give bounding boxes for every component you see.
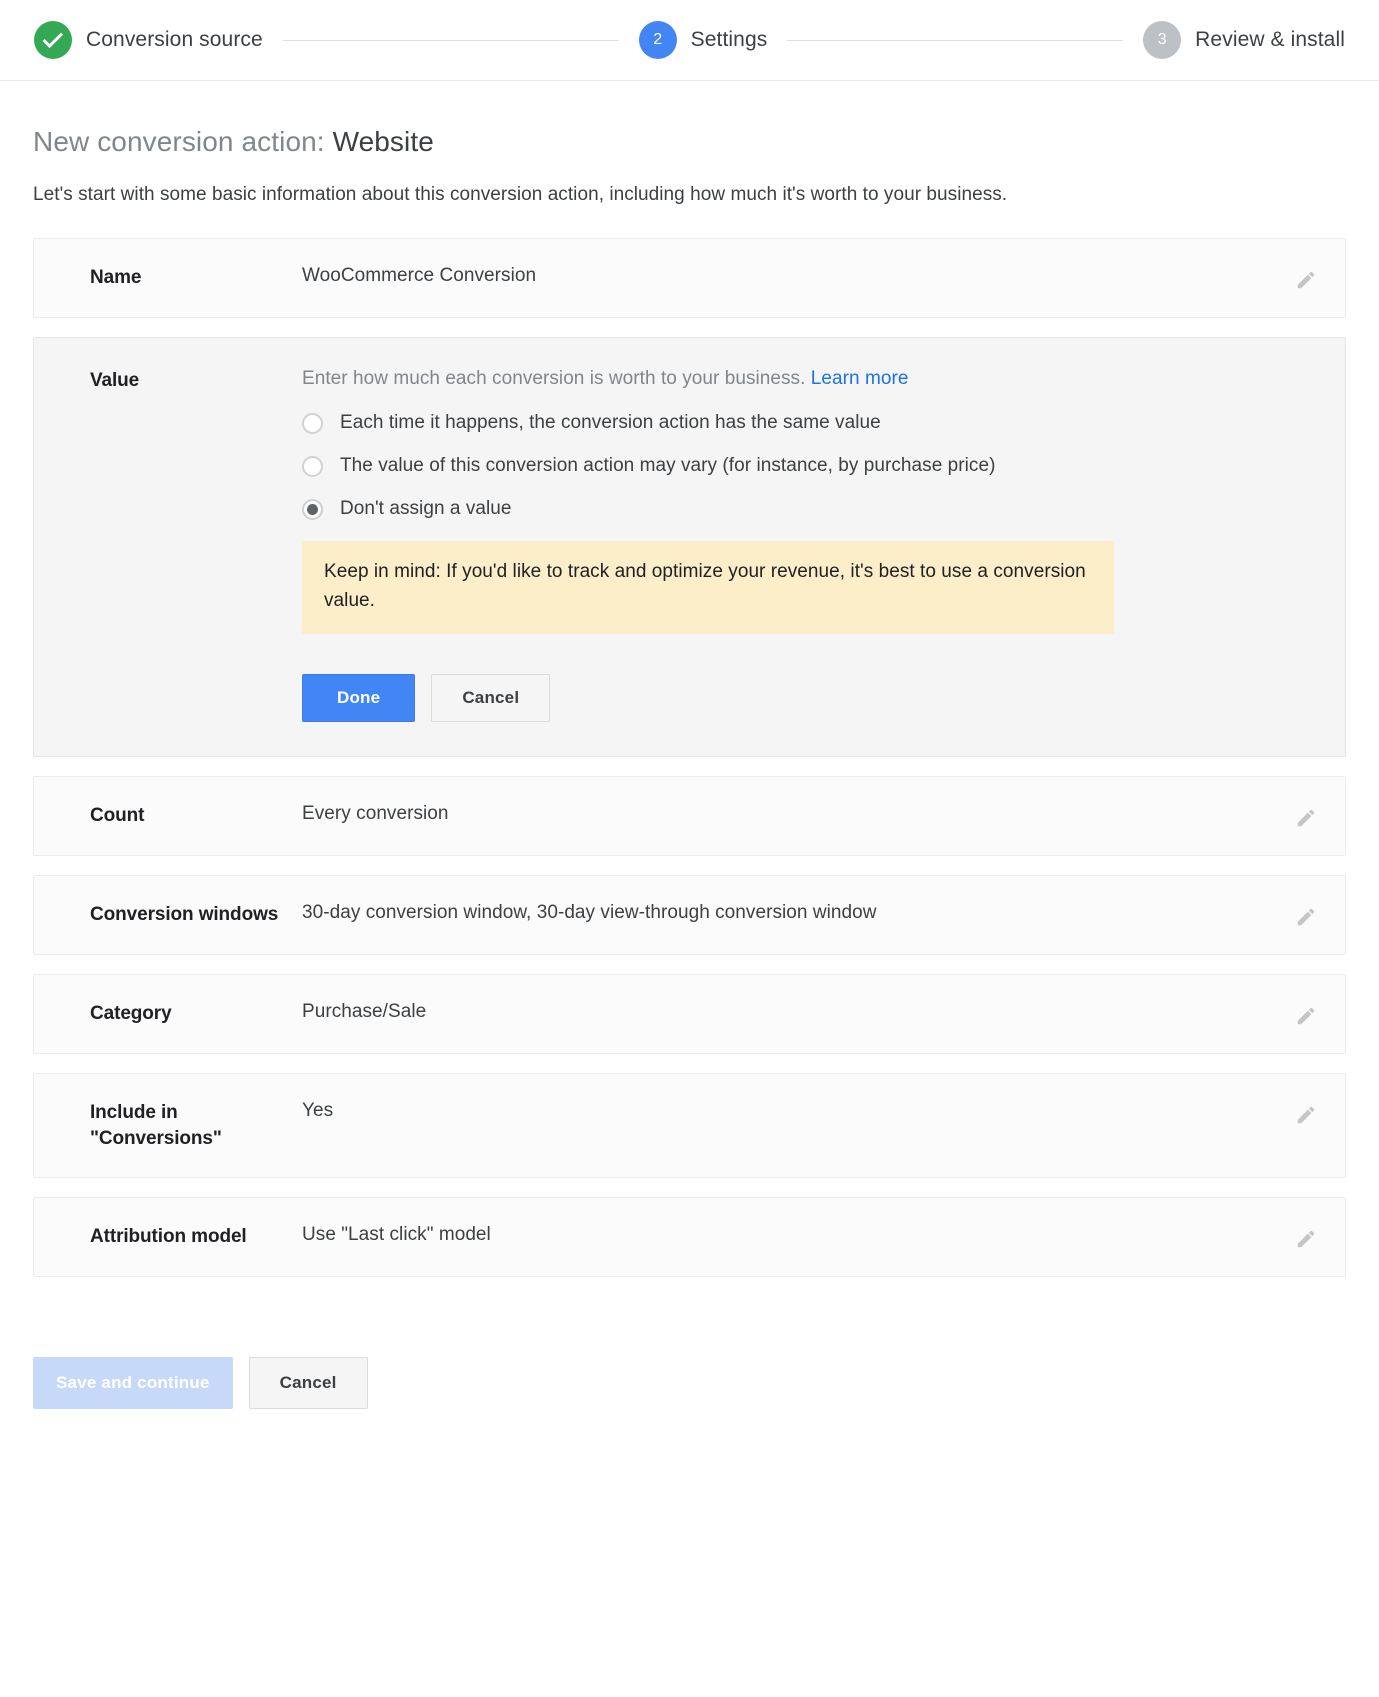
page-title-prefix: New conversion action: (33, 126, 333, 157)
row-count: Count Every conversion (33, 776, 1346, 856)
step-conversion-source[interactable]: Conversion source (34, 21, 263, 59)
step-1-label: Conversion source (86, 28, 263, 52)
check-icon (42, 28, 63, 49)
row-attribution-model: Attribution model Use "Last click" model (33, 1197, 1346, 1277)
value-option-varying-value[interactable]: The value of this conversion action may … (302, 455, 1285, 477)
value-option-no-value[interactable]: Don't assign a value (302, 498, 1285, 520)
learn-more-link[interactable]: Learn more (811, 368, 909, 389)
value-intro-text: Enter how much each conversion is worth … (302, 368, 805, 389)
row-conversion-windows: Conversion windows 30-day conversion win… (33, 875, 1346, 955)
pencil-icon (1295, 1228, 1317, 1250)
page-title: New conversion action: Website (33, 126, 1346, 158)
step-1-badge (34, 21, 72, 59)
row-conversion-windows-label: Conversion windows (34, 902, 302, 928)
stepper-divider-1 (283, 40, 619, 41)
row-category: Category Purchase/Sale (33, 974, 1346, 1054)
step-review-install[interactable]: 3 Review & install (1143, 21, 1345, 59)
step-3-label: Review & install (1195, 28, 1345, 52)
edit-count-button[interactable] (1289, 801, 1323, 835)
value-action-row: Done Cancel (302, 674, 1285, 722)
row-attribution-model-label: Attribution model (34, 1224, 302, 1250)
value-cancel-button[interactable]: Cancel (431, 674, 550, 722)
footer-cancel-button[interactable]: Cancel (249, 1357, 368, 1409)
row-include-in-conversions-label: Include in "Conversions" (34, 1100, 302, 1151)
page-subtitle: Let's start with some basic information … (33, 184, 1346, 206)
row-value-expanded: Value Enter how much each conversion is … (33, 337, 1346, 757)
value-intro: Enter how much each conversion is worth … (302, 368, 1285, 390)
pencil-icon (1295, 807, 1317, 829)
pencil-icon (1295, 1104, 1317, 1126)
page-title-subject: Website (333, 126, 434, 157)
settings-card-list: Name WooCommerce Conversion Value Enter … (33, 238, 1346, 1277)
row-value-label: Value (34, 368, 302, 394)
pencil-icon (1295, 1005, 1317, 1027)
radio-icon[interactable] (302, 413, 323, 434)
stepper-divider-2 (787, 40, 1123, 41)
row-category-label: Category (34, 1001, 302, 1027)
edit-name-button[interactable] (1289, 263, 1323, 297)
row-category-value: Purchase/Sale (302, 1001, 1345, 1023)
row-attribution-model-value: Use "Last click" model (302, 1224, 1345, 1246)
edit-include-in-conversions-button[interactable] (1289, 1098, 1323, 1132)
pencil-icon (1295, 906, 1317, 928)
footer-action-row: Save and continue Cancel (33, 1357, 1346, 1449)
step-settings[interactable]: 2 Settings (639, 21, 768, 59)
radio-selected-icon[interactable] (302, 499, 323, 520)
value-option-0-label: Each time it happens, the conversion act… (340, 412, 881, 434)
radio-icon[interactable] (302, 456, 323, 477)
step-3-badge: 3 (1143, 21, 1181, 59)
row-include-label-line2: "Conversions" (90, 1128, 222, 1149)
value-option-2-label: Don't assign a value (340, 498, 512, 520)
edit-category-button[interactable] (1289, 999, 1323, 1033)
row-include-in-conversions: Include in "Conversions" Yes (33, 1073, 1346, 1178)
row-include-label-line1: Include in (90, 1102, 178, 1123)
edit-conversion-windows-button[interactable] (1289, 900, 1323, 934)
row-conversion-windows-value: 30-day conversion window, 30-day view-th… (302, 902, 1345, 924)
value-option-1-label: The value of this conversion action may … (340, 455, 995, 477)
row-count-label: Count (34, 803, 302, 829)
row-name: Name WooCommerce Conversion (33, 238, 1346, 318)
value-notice-banner: Keep in mind: If you'd like to track and… (302, 541, 1114, 634)
row-count-value: Every conversion (302, 803, 1345, 825)
row-name-value: WooCommerce Conversion (302, 265, 1345, 287)
page-content: New conversion action: Website Let's sta… (0, 126, 1379, 1449)
progress-stepper: Conversion source 2 Settings 3 Review & … (0, 0, 1379, 81)
edit-attribution-model-button[interactable] (1289, 1222, 1323, 1256)
pencil-icon (1295, 269, 1317, 291)
step-2-label: Settings (691, 28, 768, 52)
value-done-button[interactable]: Done (302, 674, 415, 722)
step-2-badge: 2 (639, 21, 677, 59)
row-include-in-conversions-value: Yes (302, 1100, 1345, 1122)
value-option-same-value[interactable]: Each time it happens, the conversion act… (302, 412, 1285, 434)
value-editor: Enter how much each conversion is worth … (302, 368, 1345, 722)
save-and-continue-button[interactable]: Save and continue (33, 1357, 233, 1409)
row-name-label: Name (34, 265, 302, 291)
